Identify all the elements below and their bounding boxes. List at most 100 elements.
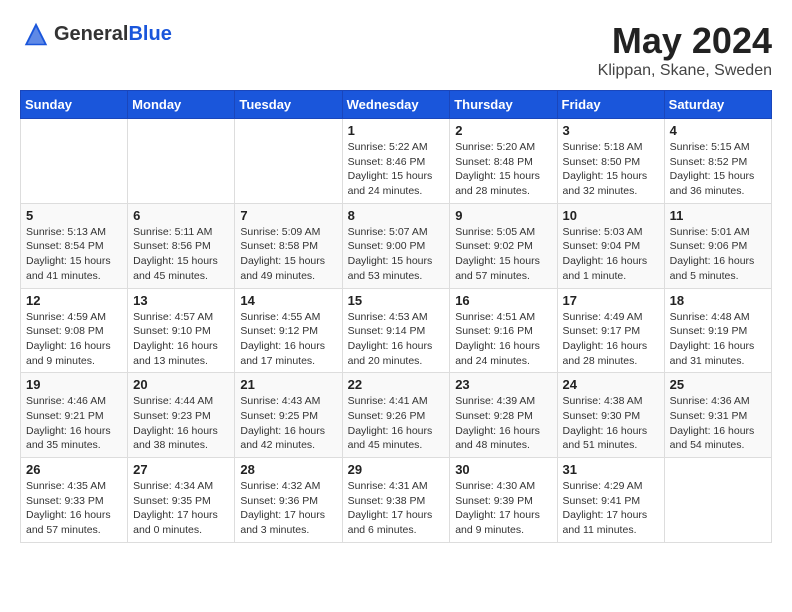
day-cell: 7 Sunrise: 5:09 AM Sunset: 8:58 PM Daylig… (235, 203, 342, 288)
day-info: Sunrise: 4:32 AM Sunset: 9:36 PM Dayligh… (240, 479, 336, 538)
day-info: Sunrise: 4:48 AM Sunset: 9:19 PM Dayligh… (670, 310, 766, 369)
day-cell: 1Sunrise: 5:22 AM Sunset: 8:46 PM Daylig… (342, 119, 450, 204)
day-info: Sunrise: 4:43 AM Sunset: 9:25 PM Dayligh… (240, 394, 336, 453)
day-number: 6 (133, 208, 229, 223)
day-cell: 2Sunrise: 5:20 AM Sunset: 8:48 PM Daylig… (450, 119, 557, 204)
day-number: 5 (26, 208, 122, 223)
logo: GeneralBlue (20, 20, 172, 48)
day-number: 26 (26, 462, 122, 477)
day-number: 9 (455, 208, 551, 223)
day-info: Sunrise: 5:15 AM Sunset: 8:52 PM Dayligh… (670, 140, 766, 199)
day-number: 27 (133, 462, 229, 477)
day-info: Sunrise: 4:59 AM Sunset: 9:08 PM Dayligh… (26, 310, 122, 369)
day-info: Sunrise: 4:55 AM Sunset: 9:12 PM Dayligh… (240, 310, 336, 369)
day-cell: 3 Sunrise: 5:18 AM Sunset: 8:50 PM Daylig… (557, 119, 664, 204)
day-info: Sunrise: 4:39 AM Sunset: 9:28 PM Dayligh… (455, 394, 551, 453)
day-number: 25 (670, 377, 766, 392)
day-cell: 6 Sunrise: 5:11 AM Sunset: 8:56 PM Daylig… (128, 203, 235, 288)
day-info: Sunrise: 5:09 AM Sunset: 8:58 PM Dayligh… (240, 225, 336, 284)
day-cell: 4 Sunrise: 5:15 AM Sunset: 8:52 PM Daylig… (664, 119, 771, 204)
day-number: 14 (240, 293, 336, 308)
day-cell: 14 Sunrise: 4:55 AM Sunset: 9:12 PM Dayli… (235, 288, 342, 373)
page-header: GeneralBlue May 2024 Klippan, Skane, Swe… (20, 20, 772, 80)
day-cell (128, 119, 235, 204)
day-info: Sunrise: 5:18 AM Sunset: 8:50 PM Dayligh… (563, 140, 659, 199)
day-cell: 25 Sunrise: 4:36 AM Sunset: 9:31 PM Dayli… (664, 373, 771, 458)
week-row-3: 19 Sunrise: 4:46 AM Sunset: 9:21 PM Dayli… (21, 373, 772, 458)
day-number: 24 (563, 377, 659, 392)
day-info: Sunrise: 4:30 AM Sunset: 9:39 PM Dayligh… (455, 479, 551, 538)
day-cell: 5 Sunrise: 5:13 AM Sunset: 8:54 PM Daylig… (21, 203, 128, 288)
weekday-thursday: Thursday (450, 91, 557, 119)
day-cell: 8 Sunrise: 5:07 AM Sunset: 9:00 PM Daylig… (342, 203, 450, 288)
day-cell: 31 Sunrise: 4:29 AM Sunset: 9:41 PM Dayli… (557, 458, 664, 543)
day-info: Sunrise: 5:13 AM Sunset: 8:54 PM Dayligh… (26, 225, 122, 284)
weekday-monday: Monday (128, 91, 235, 119)
day-number: 7 (240, 208, 336, 223)
weekday-wednesday: Wednesday (342, 91, 450, 119)
day-number: 29 (348, 462, 445, 477)
day-cell: 17Sunrise: 4:49 AM Sunset: 9:17 PM Dayli… (557, 288, 664, 373)
day-info: Sunrise: 5:01 AM Sunset: 9:06 PM Dayligh… (670, 225, 766, 284)
day-number: 16 (455, 293, 551, 308)
day-info: Sunrise: 4:34 AM Sunset: 9:35 PM Dayligh… (133, 479, 229, 538)
title-block: May 2024 Klippan, Skane, Sweden (598, 20, 772, 80)
day-cell: 29 Sunrise: 4:31 AM Sunset: 9:38 PM Dayli… (342, 458, 450, 543)
day-info: Sunrise: 5:20 AM Sunset: 8:48 PM Dayligh… (455, 140, 551, 199)
week-row-0: 1Sunrise: 5:22 AM Sunset: 8:46 PM Daylig… (21, 119, 772, 204)
day-info: Sunrise: 4:36 AM Sunset: 9:31 PM Dayligh… (670, 394, 766, 453)
weekday-header: SundayMondayTuesdayWednesdayThursdayFrid… (21, 91, 772, 119)
weekday-saturday: Saturday (664, 91, 771, 119)
day-number: 13 (133, 293, 229, 308)
day-cell: 10 Sunrise: 5:03 AM Sunset: 9:04 PM Dayli… (557, 203, 664, 288)
day-info: Sunrise: 5:03 AM Sunset: 9:04 PM Dayligh… (563, 225, 659, 284)
day-cell: 24Sunrise: 4:38 AM Sunset: 9:30 PM Dayli… (557, 373, 664, 458)
logo-general: General (54, 23, 128, 45)
day-number: 4 (670, 123, 766, 138)
day-info: Sunrise: 4:46 AM Sunset: 9:21 PM Dayligh… (26, 394, 122, 453)
day-info: Sunrise: 5:11 AM Sunset: 8:56 PM Dayligh… (133, 225, 229, 284)
day-cell: 26 Sunrise: 4:35 AM Sunset: 9:33 PM Dayli… (21, 458, 128, 543)
weekday-sunday: Sunday (21, 91, 128, 119)
logo-blue: Blue (128, 23, 171, 45)
day-cell: 12 Sunrise: 4:59 AM Sunset: 9:08 PM Dayli… (21, 288, 128, 373)
day-info: Sunrise: 5:22 AM Sunset: 8:46 PM Dayligh… (348, 140, 445, 199)
day-number: 31 (563, 462, 659, 477)
day-cell: 11 Sunrise: 5:01 AM Sunset: 9:06 PM Dayli… (664, 203, 771, 288)
day-cell: 19 Sunrise: 4:46 AM Sunset: 9:21 PM Dayli… (21, 373, 128, 458)
day-number: 19 (26, 377, 122, 392)
week-row-2: 12 Sunrise: 4:59 AM Sunset: 9:08 PM Dayli… (21, 288, 772, 373)
calendar-body: 1Sunrise: 5:22 AM Sunset: 8:46 PM Daylig… (21, 119, 772, 543)
location-title: Klippan, Skane, Sweden (598, 62, 772, 80)
day-number: 10 (563, 208, 659, 223)
day-info: Sunrise: 5:07 AM Sunset: 9:00 PM Dayligh… (348, 225, 445, 284)
day-cell (235, 119, 342, 204)
day-number: 23 (455, 377, 551, 392)
day-number: 18 (670, 293, 766, 308)
day-number: 8 (348, 208, 445, 223)
day-info: Sunrise: 4:41 AM Sunset: 9:26 PM Dayligh… (348, 394, 445, 453)
day-number: 11 (670, 208, 766, 223)
week-row-4: 26 Sunrise: 4:35 AM Sunset: 9:33 PM Dayli… (21, 458, 772, 543)
day-info: Sunrise: 4:53 AM Sunset: 9:14 PM Dayligh… (348, 310, 445, 369)
day-number: 12 (26, 293, 122, 308)
month-title: May 2024 (598, 20, 772, 62)
weekday-tuesday: Tuesday (235, 91, 342, 119)
day-cell: 23 Sunrise: 4:39 AM Sunset: 9:28 PM Dayli… (450, 373, 557, 458)
day-number: 17 (563, 293, 659, 308)
day-info: Sunrise: 4:29 AM Sunset: 9:41 PM Dayligh… (563, 479, 659, 538)
day-number: 30 (455, 462, 551, 477)
day-cell: 28Sunrise: 4:32 AM Sunset: 9:36 PM Dayli… (235, 458, 342, 543)
day-cell: 15 Sunrise: 4:53 AM Sunset: 9:14 PM Dayli… (342, 288, 450, 373)
logo-icon (22, 20, 50, 48)
day-cell: 27 Sunrise: 4:34 AM Sunset: 9:35 PM Dayli… (128, 458, 235, 543)
day-cell: 22Sunrise: 4:41 AM Sunset: 9:26 PM Dayli… (342, 373, 450, 458)
day-number: 21 (240, 377, 336, 392)
day-number: 15 (348, 293, 445, 308)
day-info: Sunrise: 4:35 AM Sunset: 9:33 PM Dayligh… (26, 479, 122, 538)
day-cell: 13Sunrise: 4:57 AM Sunset: 9:10 PM Dayli… (128, 288, 235, 373)
weekday-friday: Friday (557, 91, 664, 119)
day-number: 3 (563, 123, 659, 138)
day-info: Sunrise: 4:51 AM Sunset: 9:16 PM Dayligh… (455, 310, 551, 369)
day-info: Sunrise: 4:31 AM Sunset: 9:38 PM Dayligh… (348, 479, 445, 538)
